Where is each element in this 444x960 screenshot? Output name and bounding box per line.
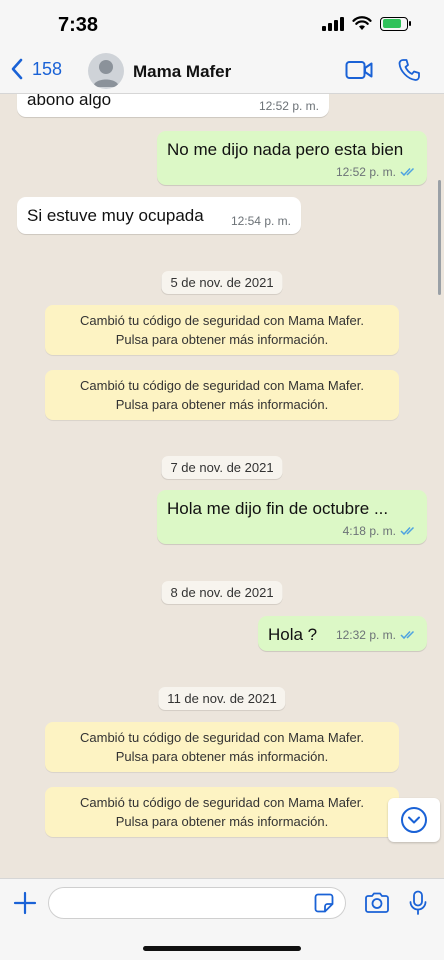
status-time: 7:38 xyxy=(58,14,99,36)
message-text: No me dijo nada pero esta bien xyxy=(167,140,404,159)
sticker-icon[interactable] xyxy=(314,893,334,913)
chat-header: 158 Mama Mafer xyxy=(0,48,444,94)
message-meta: 12:52 p. m. xyxy=(336,165,417,179)
date-separator: 11 de nov. de 2021 xyxy=(158,687,286,710)
scroll-indicator[interactable] xyxy=(438,180,441,295)
notice-line: Pulsa para obtener más información. xyxy=(115,397,329,412)
message-time: 12:32 p. m. xyxy=(335,628,396,642)
security-code-notice[interactable]: Cambió tu código de seguridad con Mama M… xyxy=(45,305,399,355)
security-code-notice[interactable]: Cambió tu código de seguridad con Mama M… xyxy=(45,722,399,772)
cellular-signal-icon xyxy=(322,16,344,31)
security-code-notice[interactable]: Cambió tu código de seguridad con Mama M… xyxy=(45,370,399,420)
plus-icon[interactable] xyxy=(13,891,37,915)
camera-icon[interactable] xyxy=(364,892,390,914)
message-list[interactable]: abono algo 12:52 p. m. No me dijo nada p… xyxy=(0,94,444,878)
contact-name[interactable]: Mama Mafer xyxy=(133,62,231,82)
message-text: abono algo xyxy=(27,94,112,109)
home-indicator xyxy=(143,946,301,951)
message-meta: 12:32 p. m. xyxy=(336,628,417,642)
status-icons xyxy=(322,16,411,31)
microphone-icon[interactable] xyxy=(408,890,428,916)
read-receipt-icon xyxy=(400,630,415,640)
status-bar: 7:38 xyxy=(0,0,444,48)
message-input[interactable] xyxy=(48,887,346,919)
security-code-notice[interactable]: Cambió tu código de seguridad con Mama M… xyxy=(45,787,399,837)
message-time: 4:18 p. m. xyxy=(342,524,396,538)
message-text: Hola ? xyxy=(268,625,318,644)
date-separator: 5 de nov. de 2021 xyxy=(161,271,283,294)
message-text: Hola me dijo fin de octubre ... xyxy=(167,499,389,518)
message-incoming[interactable]: abono algo 12:52 p. m. xyxy=(17,94,329,117)
notice-line: Cambió tu código de seguridad con Mama M… xyxy=(80,313,364,328)
read-receipt-icon xyxy=(400,526,415,536)
message-outgoing[interactable]: Hola ? 12:32 p. m. xyxy=(258,616,427,651)
wifi-icon xyxy=(352,16,372,30)
message-meta: 4:18 p. m. xyxy=(343,524,417,538)
back-button[interactable]: 158 xyxy=(10,58,62,80)
message-outgoing[interactable]: No me dijo nada pero esta bien 12:52 p. … xyxy=(157,131,427,185)
notice-line: Cambió tu código de seguridad con Mama M… xyxy=(80,795,364,810)
message-time: 12:52 p. m. xyxy=(335,165,396,179)
battery-icon xyxy=(380,16,411,31)
date-separator: 7 de nov. de 2021 xyxy=(161,456,283,479)
chevron-left-icon xyxy=(11,58,23,80)
message-text: Si estuve muy ocupada xyxy=(27,206,204,225)
message-time-wrap: 12:52 p. m. xyxy=(259,99,319,113)
phone-icon[interactable] xyxy=(398,58,420,82)
notice-line: Pulsa para obtener más información. xyxy=(115,749,329,764)
chevron-down-icon xyxy=(401,807,427,833)
message-time-wrap: 12:54 p. m. xyxy=(231,214,291,228)
scroll-to-bottom-button[interactable] xyxy=(388,798,440,842)
notice-line: Pulsa para obtener más información. xyxy=(115,814,329,829)
video-camera-icon[interactable] xyxy=(345,58,373,82)
message-time: 12:52 p. m. xyxy=(258,99,319,113)
unread-count: 158 xyxy=(32,58,63,79)
read-receipt-icon xyxy=(400,167,415,177)
date-separator: 8 de nov. de 2021 xyxy=(161,581,283,604)
avatar[interactable] xyxy=(88,53,124,89)
notice-line: Cambió tu código de seguridad con Mama M… xyxy=(80,378,364,393)
message-incoming[interactable]: Si estuve muy ocupada 12:54 p. m. xyxy=(17,197,301,234)
notice-line: Cambió tu código de seguridad con Mama M… xyxy=(80,730,364,745)
notice-line: Pulsa para obtener más información. xyxy=(115,332,329,347)
message-outgoing[interactable]: Hola me dijo fin de octubre ... 4:18 p. … xyxy=(157,490,427,544)
person-icon xyxy=(93,60,119,87)
message-time: 12:54 p. m. xyxy=(230,214,291,228)
